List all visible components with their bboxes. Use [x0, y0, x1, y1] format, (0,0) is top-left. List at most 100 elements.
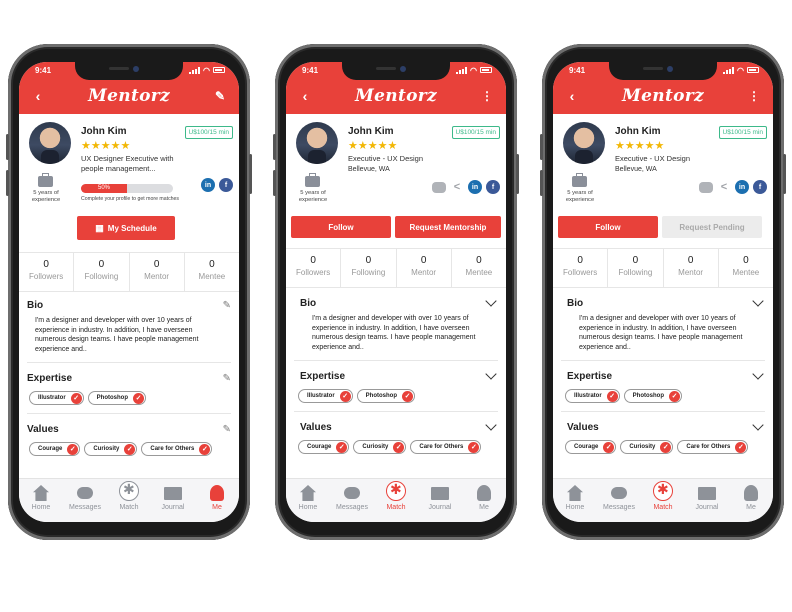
chevron-down-icon[interactable] [752, 368, 764, 380]
expertise-chip[interactable]: Illustrator ✓ [298, 389, 353, 403]
profile-progress-bar: 50% [81, 184, 173, 193]
bio-text: I'm a designer and developer with over 1… [35, 317, 199, 353]
more-options-icon[interactable]: ⋮ [745, 89, 763, 103]
battery-icon [213, 67, 225, 73]
tab-home[interactable]: Home [553, 479, 597, 522]
rating-stars: ★★★★★ [615, 140, 665, 152]
message-icon[interactable] [432, 181, 446, 193]
avatar [29, 122, 71, 164]
linkedin-icon[interactable]: in [468, 180, 482, 194]
tab-me[interactable]: Me [462, 479, 506, 522]
edit-bio-icon[interactable]: ✎ [223, 300, 231, 311]
linkedin-icon[interactable]: in [735, 180, 749, 194]
edit-values-icon[interactable]: ✎ [223, 424, 231, 435]
clock: 9:41 [35, 65, 52, 75]
stat-mentee[interactable]: 0 Mentee [719, 249, 773, 287]
stat-followers[interactable]: 0 Followers [19, 253, 75, 291]
tab-journal[interactable]: Journal [685, 479, 729, 522]
check-icon: ✓ [660, 441, 672, 453]
share-icon[interactable]: < [450, 180, 464, 194]
value-chip[interactable]: Care for Others ✓ [141, 442, 213, 456]
check-icon: ✓ [124, 443, 136, 455]
bio-title: Bio [27, 299, 44, 311]
back-icon[interactable]: ‹ [563, 88, 581, 104]
value-chip[interactable]: Curiosity ✓ [353, 440, 407, 454]
stat-mentor[interactable]: 0 Mentor [130, 253, 185, 291]
value-chip[interactable]: Courage ✓ [565, 440, 617, 454]
stat-mentee[interactable]: 0 Mentee [452, 249, 506, 287]
phone-mentor-profile: 9:41 ◠ ‹ Mentorz ⋮ John Kim ★★★★★ U$100/… [273, 44, 519, 540]
chevron-down-icon[interactable] [752, 419, 764, 431]
value-chip[interactable]: Care for Others ✓ [677, 440, 749, 454]
tab-messages[interactable]: Messages [63, 479, 107, 522]
tab-home[interactable]: Home [286, 479, 330, 522]
facebook-icon[interactable]: f [753, 180, 767, 194]
chevron-down-icon[interactable] [485, 295, 497, 307]
app-logo: Mentorz [622, 86, 704, 106]
signal-icon [456, 66, 468, 74]
signal-icon [723, 66, 735, 74]
me-icon [477, 485, 491, 501]
facebook-icon[interactable]: f [219, 178, 233, 192]
check-icon: ✓ [603, 441, 615, 453]
tab-journal[interactable]: Journal [418, 479, 462, 522]
tab-match[interactable]: Match [641, 479, 685, 522]
chevron-down-icon[interactable] [752, 295, 764, 307]
expertise-chip[interactable]: Photoshop ✓ [623, 389, 682, 403]
stat-following[interactable]: 0 Following [608, 249, 664, 287]
stat-mentor[interactable]: 0 Mentor [664, 249, 719, 287]
expertise-chip[interactable]: Illustrator ✓ [565, 389, 620, 403]
value-chip[interactable]: Curiosity ✓ [84, 442, 138, 456]
check-icon: ✓ [402, 390, 413, 402]
tab-bar: Home Messages Match Journal Me [19, 478, 239, 522]
stat-following[interactable]: 0 Following [341, 249, 397, 287]
follow-button[interactable]: Follow [558, 216, 658, 238]
profile-card: John Kim ★★★★★ U$100/15 min Executive - … [553, 114, 773, 212]
stat-followers[interactable]: 0 Followers [553, 249, 609, 287]
chevron-down-icon[interactable] [485, 368, 497, 380]
tab-home[interactable]: Home [19, 479, 63, 522]
tab-me[interactable]: Me [195, 479, 239, 522]
message-icon[interactable] [699, 181, 713, 193]
stat-followers[interactable]: 0 Followers [286, 249, 342, 287]
my-schedule-button[interactable]: ▦ My Schedule [77, 216, 175, 240]
messages-icon [611, 487, 627, 499]
screen: 9:41 ◠ ‹ Mentorz ⋮ John Kim ★★★★★ U$100/… [553, 62, 773, 522]
follow-button[interactable]: Follow [291, 216, 391, 238]
experience-text: 5 years of experience [565, 190, 595, 203]
facebook-icon[interactable]: f [486, 180, 500, 194]
values-section: Values Courage ✓ Curiosity ✓ Care for Othe… [286, 412, 506, 462]
back-icon[interactable]: ‹ [29, 88, 47, 104]
check-icon: ✓ [393, 441, 405, 453]
value-chip[interactable]: Courage ✓ [29, 442, 81, 456]
expertise-chip[interactable]: Photoshop ✓ [87, 391, 146, 405]
back-icon[interactable]: ‹ [296, 88, 314, 104]
tab-messages[interactable]: Messages [597, 479, 641, 522]
request-mentorship-button[interactable]: Request Mentorship [395, 216, 501, 238]
stat-mentor[interactable]: 0 Mentor [397, 249, 452, 287]
stat-following[interactable]: 0 Following [74, 253, 130, 291]
expertise-chip[interactable]: Illustrator ✓ [29, 391, 84, 405]
edit-expertise-icon[interactable]: ✎ [223, 373, 231, 384]
rate-badge: U$100/15 min [451, 126, 500, 139]
tab-messages[interactable]: Messages [330, 479, 374, 522]
expertise-title: Expertise [300, 370, 346, 382]
edit-icon[interactable]: ✎ [211, 89, 229, 103]
tab-journal[interactable]: Journal [151, 479, 195, 522]
expertise-chip[interactable]: Photoshop ✓ [356, 389, 415, 403]
chevron-down-icon[interactable] [485, 419, 497, 431]
tab-me[interactable]: Me [729, 479, 773, 522]
rating-stars: ★★★★★ [81, 140, 131, 152]
share-icon[interactable]: < [717, 180, 731, 194]
tab-match[interactable]: Match [107, 479, 151, 522]
value-chip[interactable]: Courage ✓ [298, 440, 350, 454]
linkedin-icon[interactable]: in [201, 178, 215, 192]
value-chip[interactable]: Care for Others ✓ [410, 440, 482, 454]
tab-match[interactable]: Match [374, 479, 418, 522]
more-options-icon[interactable]: ⋮ [478, 89, 496, 103]
stats-row: 0 Followers 0 Following 0 Mentor 0 Mentee [19, 252, 239, 292]
value-chip[interactable]: Curiosity ✓ [620, 440, 674, 454]
stat-mentee[interactable]: 0 Mentee [185, 253, 239, 291]
values-title: Values [300, 421, 332, 433]
expertise-section: Expertise Illustrator ✓ Photoshop ✓ [286, 361, 506, 411]
